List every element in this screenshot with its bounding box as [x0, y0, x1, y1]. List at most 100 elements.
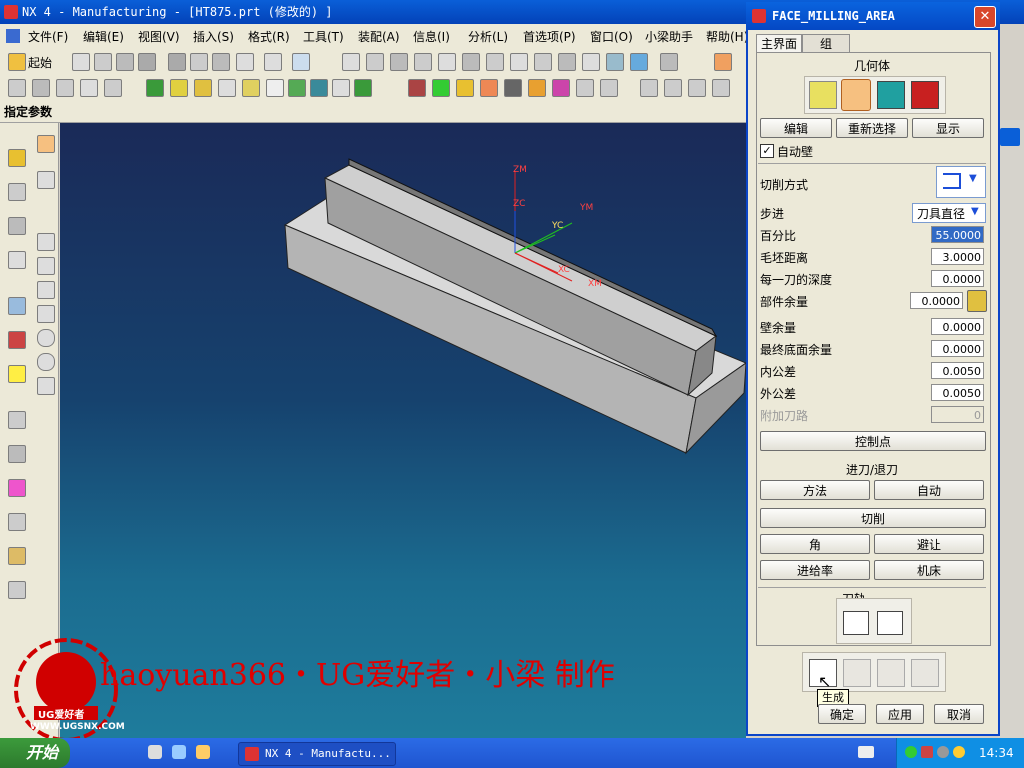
arc-icon[interactable] — [37, 329, 55, 347]
print-icon[interactable] — [138, 53, 156, 71]
point-icon[interactable] — [37, 305, 55, 323]
new-file-icon[interactable] — [72, 53, 90, 71]
wall-stock-input[interactable]: 0.0000 — [931, 318, 984, 335]
view-icon-3[interactable] — [390, 53, 408, 71]
create-operation-icon[interactable] — [242, 79, 260, 97]
ipw-icon[interactable] — [480, 79, 498, 97]
menu-info[interactable]: 信息(I) — [413, 28, 450, 45]
menu-edit[interactable]: 编辑(E) — [83, 28, 124, 45]
line-icon[interactable] — [37, 233, 55, 251]
browser-icon[interactable] — [8, 251, 26, 269]
menu-window[interactable]: 窗口(O) — [590, 28, 633, 45]
app-menu-icon[interactable] — [6, 29, 20, 43]
menu-tools[interactable]: 工具(T) — [303, 28, 344, 45]
tab-group[interactable]: 组 — [802, 34, 850, 53]
menu-view[interactable]: 视图(V) — [138, 28, 180, 45]
dialog-close-button[interactable]: ✕ — [974, 6, 996, 28]
operation-icon-1[interactable] — [8, 79, 26, 97]
menu-analysis[interactable]: 分析(L) — [468, 28, 508, 45]
stepover-dropdown[interactable]: 刀具直径 ▼ — [912, 203, 986, 223]
layer-icon[interactable] — [660, 53, 678, 71]
edit-button[interactable]: 编辑 — [760, 118, 832, 138]
people-icon[interactable] — [8, 547, 26, 565]
part-navigator-icon[interactable] — [8, 183, 26, 201]
simulate-icon[interactable] — [528, 79, 546, 97]
render-icon[interactable] — [606, 53, 624, 71]
apply-button[interactable]: 应用 — [876, 704, 924, 724]
part-stock-input[interactable]: 0.0000 — [910, 292, 963, 309]
tool-navigator-icon[interactable] — [8, 513, 26, 531]
polyline-icon[interactable] — [37, 257, 55, 275]
part-icon[interactable] — [408, 79, 426, 97]
quicklaunch-icon-1[interactable] — [148, 745, 162, 759]
quicklaunch-icon-3[interactable] — [196, 745, 210, 759]
operation-icon-4[interactable] — [80, 79, 98, 97]
tray-icon-3[interactable] — [937, 746, 949, 758]
start-menu-button[interactable]: 起始 — [28, 54, 52, 71]
list-icon[interactable] — [911, 659, 939, 687]
palette-icon[interactable] — [8, 479, 26, 497]
circle-icon[interactable] — [37, 353, 55, 371]
tray-icon-1[interactable] — [905, 746, 917, 758]
cut-method-dropdown[interactable]: ▼ — [936, 166, 986, 198]
cancel-button[interactable]: 取消 — [934, 704, 984, 724]
roles-icon[interactable] — [8, 297, 26, 315]
undo-icon[interactable] — [264, 53, 282, 71]
transform-icon[interactable] — [640, 79, 658, 97]
wall-geometry-icon[interactable] — [877, 81, 905, 109]
taskbar-item-nx[interactable]: NX 4 - Manufactu... — [238, 742, 396, 766]
menu-insert[interactable]: 插入(S) — [193, 28, 234, 45]
system-icon[interactable] — [8, 445, 26, 463]
save-icon[interactable] — [116, 53, 134, 71]
more-icon[interactable] — [712, 79, 730, 97]
operation-icon-2[interactable] — [32, 79, 50, 97]
final-floor-stock-input[interactable]: 0.0000 — [931, 340, 984, 357]
list-toolpath-icon[interactable] — [877, 611, 903, 635]
tool-icon[interactable] — [266, 79, 284, 97]
reselect-button[interactable]: 重新选择 — [836, 118, 908, 138]
create-geometry-icon[interactable] — [194, 79, 212, 97]
depth-per-cut-input[interactable]: 0.0000 — [931, 270, 984, 287]
cut-icon[interactable] — [168, 53, 186, 71]
cut-area-icon[interactable] — [841, 79, 871, 111]
geom-icon[interactable] — [432, 79, 450, 97]
operation-icon-5[interactable] — [104, 79, 122, 97]
cutting-button[interactable]: 切削 — [760, 508, 986, 528]
forward-arrow-icon[interactable] — [600, 79, 618, 97]
select-filter-icon[interactable] — [292, 53, 310, 71]
automatic-button[interactable]: 自动 — [874, 480, 984, 500]
assembly-navigator-icon[interactable] — [8, 217, 26, 235]
split-icon[interactable] — [688, 79, 706, 97]
trim-icon[interactable] — [664, 79, 682, 97]
ok-button[interactable]: 确定 — [818, 704, 866, 724]
filter-icon[interactable] — [37, 171, 55, 189]
fit-view-icon[interactable] — [510, 53, 528, 71]
select-icon[interactable] — [37, 135, 55, 153]
menu-format[interactable]: 格式(R) — [248, 28, 290, 45]
verify-icon[interactable] — [504, 79, 522, 97]
view-icon-6[interactable] — [462, 53, 480, 71]
menu-file[interactable]: 文件(F) — [28, 28, 68, 45]
quicklaunch-icon-2[interactable] — [172, 745, 186, 759]
verify-icon[interactable] — [877, 659, 905, 687]
create-program-icon[interactable] — [146, 79, 164, 97]
edit-display-icon[interactable] — [843, 611, 869, 635]
tab-main[interactable]: 主界面 — [756, 34, 802, 53]
lock-icon[interactable] — [967, 290, 987, 312]
blank-distance-input[interactable]: 3.0000 — [931, 248, 984, 265]
back-arrow-icon[interactable] — [576, 79, 594, 97]
list-icon[interactable] — [354, 79, 372, 97]
auto-wall-checkbox[interactable]: ✓ — [760, 144, 774, 158]
zoom-icon[interactable] — [534, 53, 552, 71]
machine-control-button[interactable]: 机床 — [874, 560, 984, 580]
pan-icon[interactable] — [582, 53, 600, 71]
corner-button[interactable]: 角 — [760, 534, 870, 554]
machine-icon[interactable] — [552, 79, 570, 97]
process-icon[interactable] — [8, 581, 26, 599]
plus-icon[interactable] — [37, 377, 55, 395]
open-file-icon[interactable] — [94, 53, 112, 71]
intol-input[interactable]: 0.0050 — [931, 362, 984, 379]
part-geometry-icon[interactable] — [809, 81, 837, 109]
tray-icon-2[interactable] — [921, 746, 933, 758]
tray-icon-4[interactable] — [953, 746, 965, 758]
